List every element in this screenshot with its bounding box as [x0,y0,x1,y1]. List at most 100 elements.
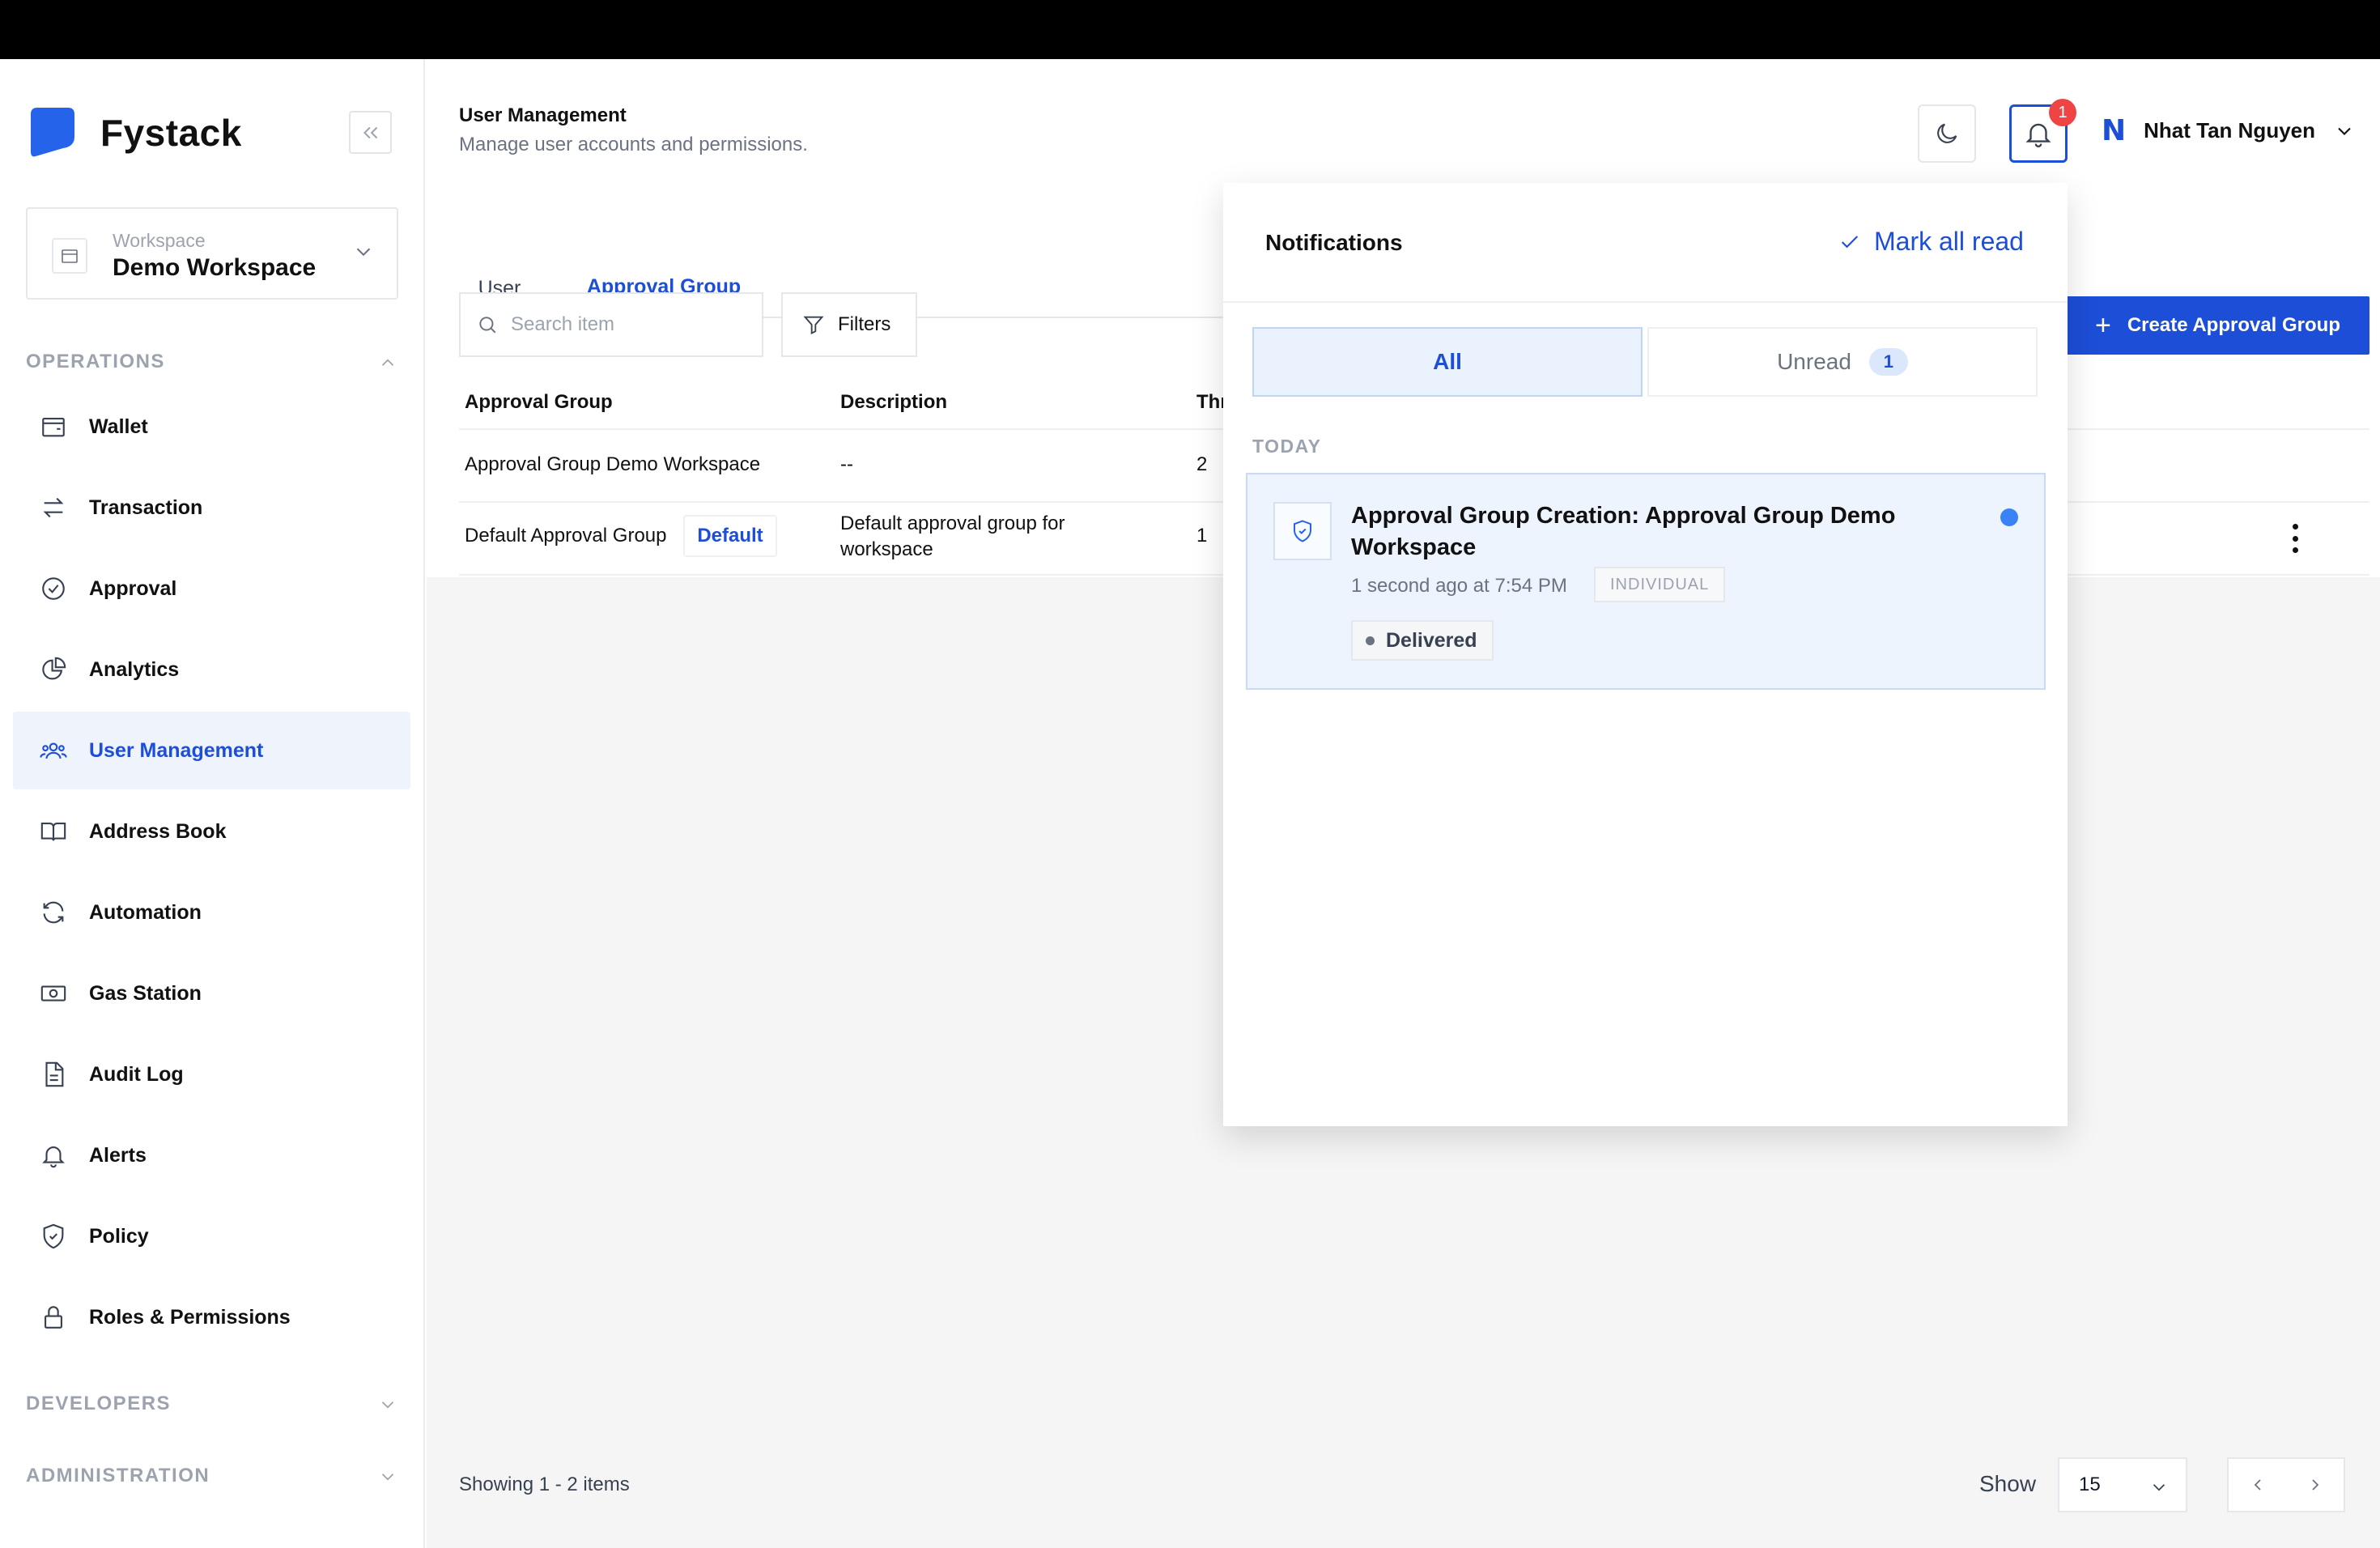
notification-status-label: Delivered [1386,628,1477,652]
section-administration[interactable]: ADMINISTRATION [26,1465,398,1487]
create-approval-group-button[interactable]: + Create Approval Group [2066,296,2369,355]
chevron-down-icon [381,1474,394,1481]
sidebar-item-audit-log[interactable]: Audit Log [13,1036,410,1113]
notifications-title: Notifications [1265,230,1403,255]
refresh-icon [39,898,68,927]
notification-status-badge: Delivered [1351,620,1494,661]
notifications-button[interactable]: 1 [2009,99,2076,163]
default-badge: Default [683,515,777,557]
sidebar-item-label: Analytics [89,657,180,681]
notification-tab-unread[interactable]: Unread 1 [1647,327,2038,397]
notification-title: Approval Group Creation: Approval Group … [1351,503,1896,560]
shield-icon [39,1222,68,1251]
column-header-description[interactable]: Description [840,391,947,414]
mark-all-read-button[interactable]: Mark all read [1838,227,2024,257]
cell-description-line1: Default approval group for [840,512,1065,534]
pagination-summary: Showing 1 - 2 items [459,1474,630,1495]
chevrons-left-icon [363,126,377,138]
filters-label: Filters [838,313,891,335]
section-developers[interactable]: DEVELOPERS [26,1393,398,1415]
users-icon [39,736,68,765]
workspace-icon [52,238,87,274]
workspace-name: Demo Workspace [113,254,317,281]
divider [1223,301,2068,303]
chevron-down-icon [2338,127,2351,135]
lock-icon [39,1303,68,1332]
sidebar-item-gas-station[interactable]: Gas Station [13,955,410,1032]
filters-button[interactable]: Filters [781,292,917,357]
notification-tab-all[interactable]: All [1252,327,1643,397]
sidebar-item-approval[interactable]: Approval [13,550,410,627]
transfer-icon [39,493,68,522]
sidebar-item-address-book[interactable]: Address Book [13,793,410,870]
sidebar-item-label: Automation [89,900,202,924]
moon-icon [1937,123,1957,143]
section-administration-label: ADMINISTRATION [26,1465,210,1486]
bell-icon [39,1141,68,1170]
workspace-label: Workspace [113,230,206,251]
collapse-sidebar-button[interactable] [349,111,392,154]
sidebar-item-label: Alerts [89,1143,147,1167]
cell-threshold: 2 [1196,453,1208,475]
search-box[interactable] [459,292,763,357]
notification-type-tag: INDIVIDUAL [1594,567,1726,602]
sidebar-item-label: Wallet [89,415,148,438]
shield-icon [1273,502,1332,560]
workspace-selector[interactable]: Workspace Demo Workspace [26,207,398,300]
sidebar-item-policy[interactable]: Policy [13,1197,410,1275]
pagination-controls [2227,1457,2345,1512]
column-header-approval-group[interactable]: Approval Group [465,391,613,414]
sidebar-item-automation[interactable]: Automation [13,874,410,951]
theme-toggle-button[interactable] [1918,104,1976,163]
filter-icon [803,316,824,335]
money-icon [39,979,68,1008]
cell-approval-group: Default Approval Group [465,525,667,546]
sidebar-item-analytics[interactable]: Analytics [13,631,410,708]
sidebar-item-label: Transaction [89,495,203,519]
section-operations-label: OPERATIONS [26,351,165,372]
check-circle-icon [39,574,68,603]
bell-icon [2025,123,2051,147]
wallet-icon [39,412,68,441]
sidebar-item-alerts[interactable]: Alerts [13,1116,410,1194]
chevron-down-icon [2153,1484,2165,1491]
check-icon [1841,235,1859,248]
cell-description: -- [840,453,853,475]
cell-approval-group: Approval Group Demo Workspace [465,453,761,475]
sidebar-item-label: Roles & Permissions [89,1305,291,1329]
brand[interactable]: Fystack [31,108,242,158]
unread-count-badge: 1 [1868,348,1908,376]
sidebar-item-label: Approval [89,576,177,600]
fystack-logo-icon [31,108,74,157]
chevron-down-icon [381,1401,394,1409]
avatar: N [2102,114,2127,147]
sidebar-item-wallet[interactable]: Wallet [13,388,410,466]
plus-icon: + [2094,310,2111,341]
user-menu[interactable]: N Nhat Tan Nguyen [2102,114,2356,147]
page-size-select[interactable]: 15 [2058,1457,2187,1512]
sidebar-item-user-management[interactable]: User Management [13,712,410,789]
sidebar-item-label: Address Book [89,819,227,843]
page-title: User Management [459,104,627,126]
chevron-left-icon[interactable] [2248,1475,2267,1495]
book-icon [39,817,68,846]
cell-threshold: 1 [1196,525,1208,546]
file-icon [39,1060,68,1089]
cell-description-line2: workspace [840,538,933,560]
app-name: Fystack [100,112,242,154]
sidebar: Fystack Workspace Demo Workspace OPERATI… [0,59,425,1548]
mark-all-read-label: Mark all read [1874,227,2024,256]
user-name: Nhat Tan Nguyen [2144,118,2315,142]
search-input[interactable] [511,313,746,336]
section-operations[interactable]: OPERATIONS [26,351,398,373]
sidebar-item-transaction[interactable]: Transaction [13,469,410,546]
row-actions-icon[interactable] [2290,524,2300,553]
chevron-right-icon[interactable] [2306,1475,2325,1495]
sidebar-item-label: User Management [89,738,264,762]
sidebar-item-roles-permissions[interactable]: Roles & Permissions [13,1278,410,1356]
chevron-down-icon [356,248,371,257]
section-developers-label: DEVELOPERS [26,1393,172,1414]
notification-item[interactable]: Approval Group Creation: Approval Group … [1246,473,2046,690]
create-approval-group-label: Create Approval Group [2127,314,2340,336]
unread-dot [2000,508,2018,526]
